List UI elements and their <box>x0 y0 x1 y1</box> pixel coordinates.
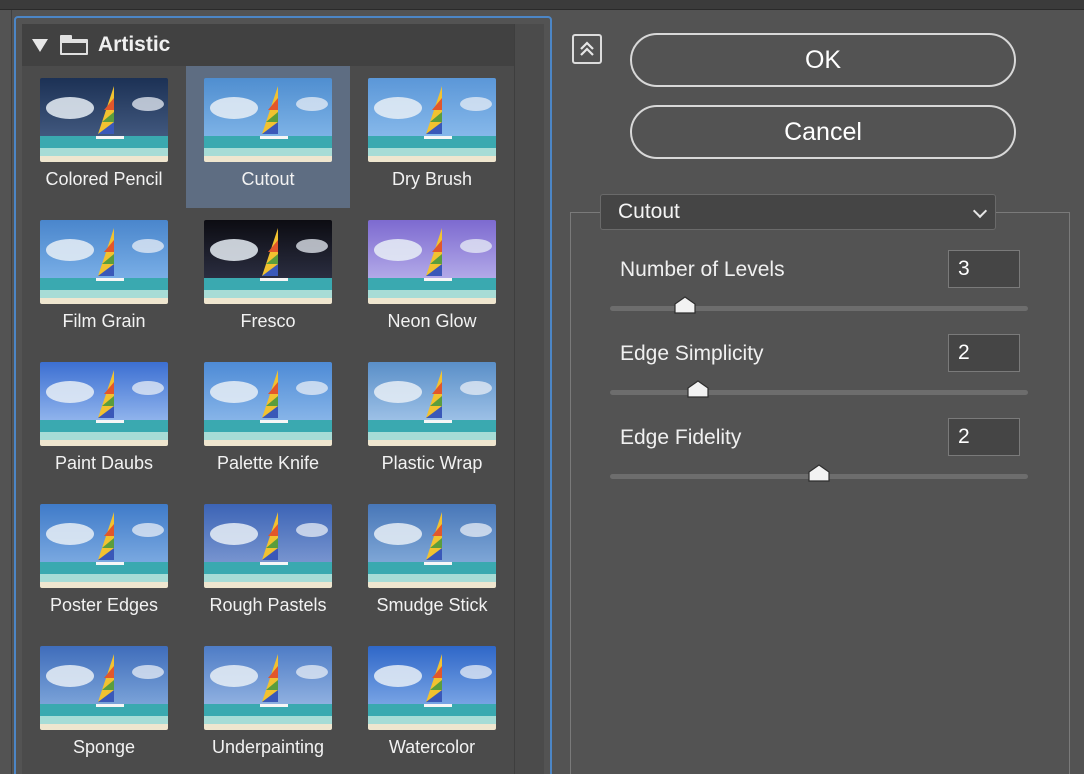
param-edge-simplicity: Edge Simplicity 2 <box>600 334 1040 418</box>
cancel-button[interactable]: Cancel <box>630 105 1016 159</box>
param-label: Edge Simplicity <box>620 342 764 365</box>
param-number-of-levels: Number of Levels 3 <box>600 250 1040 334</box>
param-edge-fidelity: Edge Fidelity 2 <box>600 418 1040 502</box>
filter-preview-image <box>40 78 168 162</box>
slider-thumb[interactable] <box>674 296 696 314</box>
triangle-down-icon[interactable] <box>32 38 48 52</box>
filter-preview-image <box>368 78 496 162</box>
filter-label: Palette Knife <box>216 453 320 473</box>
folder-icon <box>60 35 88 55</box>
gallery-content: Artistic Colored Pencil Cutout Dry Brush Fi… <box>22 24 544 774</box>
filter-thumbnail[interactable]: Rough Pastels <box>186 492 350 634</box>
filter-label: Cutout <box>241 169 295 189</box>
window-top-edge <box>0 0 1084 10</box>
filter-preview-image <box>40 362 168 446</box>
ok-button[interactable]: OK <box>630 33 1016 87</box>
edge-simplicity-slider[interactable] <box>610 380 1028 398</box>
filter-preview-image <box>368 504 496 588</box>
filter-preview-image <box>204 362 332 446</box>
filter-preview-image <box>368 646 496 730</box>
param-label: Number of Levels <box>620 258 785 281</box>
filter-label: Rough Pastels <box>209 595 327 615</box>
filter-thumbnail[interactable]: Dry Brush <box>350 66 514 208</box>
filter-thumbnail[interactable]: Neon Glow <box>350 208 514 350</box>
gallery-scrollbar[interactable] <box>514 24 544 774</box>
filter-thumbnail[interactable]: Plastic Wrap <box>350 350 514 492</box>
filter-thumbnail[interactable]: Film Grain <box>22 208 186 350</box>
filter-thumbnail[interactable]: Fresco <box>186 208 350 350</box>
edge-simplicity-input[interactable]: 2 <box>948 334 1020 372</box>
filter-label: Plastic Wrap <box>381 453 483 473</box>
filter-preview-image <box>40 220 168 304</box>
filter-preview-image <box>204 78 332 162</box>
number-of-levels-input[interactable]: 3 <box>948 250 1020 288</box>
filter-thumbnail[interactable]: Colored Pencil <box>22 66 186 208</box>
filter-select-value: Cutout <box>618 200 680 223</box>
filter-label: Neon Glow <box>387 311 477 331</box>
filter-thumbnail[interactable]: Cutout <box>186 66 350 208</box>
filter-label: Dry Brush <box>391 169 472 189</box>
filter-thumbnail[interactable]: Paint Daubs <box>22 350 186 492</box>
filter-preview-image <box>40 504 168 588</box>
slider-thumb[interactable] <box>808 464 830 482</box>
filter-gallery: Artistic Colored Pencil Cutout Dry Brush Fi… <box>14 16 552 774</box>
filter-preview-image <box>368 362 496 446</box>
slider-thumb[interactable] <box>687 380 709 398</box>
filter-label: Sponge <box>72 737 136 757</box>
double-chevron-up-icon <box>580 41 594 56</box>
filter-label: Watercolor <box>388 737 476 757</box>
filter-label: Smudge Stick <box>376 595 488 615</box>
filter-thumbnail[interactable]: Watercolor <box>350 634 514 774</box>
filter-preview-image <box>40 646 168 730</box>
number-of-levels-slider[interactable] <box>610 296 1028 314</box>
edge-fidelity-input[interactable]: 2 <box>948 418 1020 456</box>
edge-fidelity-slider[interactable] <box>610 464 1028 482</box>
filter-label: Paint Daubs <box>54 453 154 473</box>
category-title: Artistic <box>98 33 171 56</box>
param-label: Edge Fidelity <box>620 426 742 449</box>
filter-preview-image <box>368 220 496 304</box>
filter-thumbnail[interactable]: Smudge Stick <box>350 492 514 634</box>
left-panel-edge <box>0 10 12 774</box>
filter-thumbnail[interactable]: Poster Edges <box>22 492 186 634</box>
filter-label: Film Grain <box>62 311 146 331</box>
filter-thumbnail[interactable]: Palette Knife <box>186 350 350 492</box>
filter-select[interactable]: Cutout <box>600 194 996 230</box>
filter-label: Underpainting <box>211 737 325 757</box>
filter-preview-image <box>204 646 332 730</box>
filter-thumbnail[interactable]: Sponge <box>22 634 186 774</box>
chevron-down-icon <box>972 203 988 219</box>
filter-thumbnail[interactable]: Underpainting <box>186 634 350 774</box>
category-header[interactable]: Artistic <box>22 24 514 66</box>
filter-label: Colored Pencil <box>45 169 163 189</box>
filter-label: Poster Edges <box>49 595 159 615</box>
filter-preview-image <box>204 504 332 588</box>
filter-label: Fresco <box>240 311 296 331</box>
filter-preview-image <box>204 220 332 304</box>
collapse-gallery-button[interactable] <box>572 34 602 64</box>
